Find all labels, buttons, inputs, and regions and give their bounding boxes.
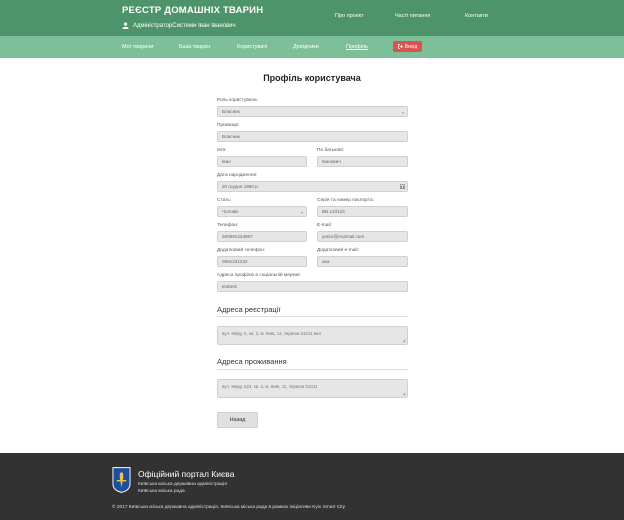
kyiv-coat-of-arms-icon[interactable] <box>112 466 131 494</box>
residence-address-textarea[interactable]: вул. Миру, 523, кв. 2, м. Київ, 11, Укра… <box>217 379 408 398</box>
user-name: АдміністраторСистеми Іван Іванович <box>133 22 236 29</box>
extra-phone-input[interactable]: 0991231232 <box>217 256 307 267</box>
main-nav: Мої тварини База тварин Користувачі Дові… <box>0 36 624 58</box>
nav-users[interactable]: Користувачі <box>237 44 267 50</box>
gender-label: Стать: <box>217 198 232 203</box>
top-links: Про проект Часті питання Контакти <box>0 13 624 23</box>
link-faq[interactable]: Часті питання <box>395 13 430 19</box>
top-header: РЕЄСТР ДОМАШНІХ ТВАРИН АдміністраторСист… <box>0 0 624 36</box>
chevron-down-icon: ▾ <box>300 210 303 215</box>
nav-profile[interactable]: Профіль <box>346 44 368 50</box>
chevron-down-icon: ▾ <box>401 110 404 115</box>
surname-value: Власник <box>222 134 240 139</box>
first-name-input[interactable]: Іван <box>217 156 307 167</box>
registration-address-value: вул. Миру, 5, кв. 2, м. Київ, 11, Україн… <box>222 331 322 336</box>
resize-handle-icon[interactable] <box>402 392 406 396</box>
link-contacts[interactable]: Контакти <box>465 13 488 19</box>
first-name-label: Ім'я: <box>217 148 227 153</box>
copyright: © 2017 Київська міська державна адмініст… <box>112 505 345 510</box>
logout-icon <box>397 44 403 49</box>
surname-label: Прізвище: <box>217 123 240 128</box>
divider <box>217 316 408 317</box>
social-value: testtest <box>222 284 237 289</box>
passport-input[interactable]: ВВ 123123 <box>317 206 408 217</box>
current-user[interactable]: АдміністраторСистеми Іван Іванович <box>122 22 236 29</box>
role-label: Роль користувача: <box>217 98 258 103</box>
nav-animal-base[interactable]: База тварин <box>179 44 210 50</box>
social-label: Адреса профілю в соціальній мережі: <box>217 273 301 278</box>
patronymic-input[interactable]: Іванович <box>317 156 408 167</box>
registration-address-heading: Адреса реєстрації <box>217 305 281 314</box>
nav-directories[interactable]: Довідники <box>293 44 319 50</box>
email-input[interactable]: yorior@mutmail.com <box>317 231 408 242</box>
extra-phone-label: Додатковий телефон: <box>217 248 266 253</box>
residence-address-value: вул. Миру, 523, кв. 2, м. Київ, 11, Укра… <box>222 384 318 389</box>
link-about[interactable]: Про проект <box>335 13 364 19</box>
calendar-icon[interactable] <box>400 184 405 189</box>
footer-title[interactable]: Офіційний портал Києва <box>138 469 234 479</box>
phone-value: 380991234567 <box>222 234 253 239</box>
exit-button[interactable]: Вихід <box>393 41 422 52</box>
extra-phone-value: 0991231232 <box>222 259 248 264</box>
user-icon <box>122 22 129 29</box>
extra-email-value: asa <box>322 259 330 264</box>
patronymic-label: По батькові: <box>317 148 345 153</box>
extra-email-label: Додатковий e-mail: <box>317 248 359 253</box>
social-input[interactable]: testtest <box>217 281 408 292</box>
patronymic-value: Іванович <box>322 159 341 164</box>
page-title: Профіль користувача <box>263 73 361 83</box>
passport-value: ВВ 123123 <box>322 209 345 214</box>
nav-my-animals[interactable]: Мої тварини <box>122 44 153 50</box>
birth-date-label: Дата народження: <box>217 173 258 178</box>
role-value: Власник <box>222 109 240 114</box>
registration-address-textarea[interactable]: вул. Миру, 5, кв. 2, м. Київ, 11, Україн… <box>217 326 408 345</box>
back-button[interactable]: Назад <box>217 412 258 428</box>
footer-line-1: Київська міська державна адміністрація <box>138 482 227 487</box>
phone-input[interactable]: 380991234567 <box>217 231 307 242</box>
passport-label: Серія та номер паспорта: <box>317 198 374 203</box>
footer-line-2: Київська міська рада <box>138 489 185 494</box>
email-label: E-mail: <box>317 223 332 228</box>
email-value: yorior@mutmail.com <box>322 234 365 239</box>
gender-select[interactable]: Чоловік ▾ <box>217 206 307 217</box>
surname-input[interactable]: Власник <box>217 131 408 142</box>
exit-label: Вихід <box>404 43 418 50</box>
residence-address-heading: Адреса проживання <box>217 357 287 366</box>
birth-date-input[interactable]: 20 грудня 1990 р. <box>217 181 408 192</box>
gender-value: Чоловік <box>222 209 239 214</box>
resize-handle-icon[interactable] <box>402 339 406 343</box>
divider <box>217 369 408 370</box>
phone-label: Телефон: <box>217 223 239 228</box>
extra-email-input[interactable]: asa <box>317 256 408 267</box>
role-select[interactable]: Власник ▾ <box>217 106 408 117</box>
back-label: Назад <box>229 417 246 423</box>
first-name-value: Іван <box>222 159 231 164</box>
birth-date-value: 20 грудня 1990 р. <box>222 184 260 189</box>
